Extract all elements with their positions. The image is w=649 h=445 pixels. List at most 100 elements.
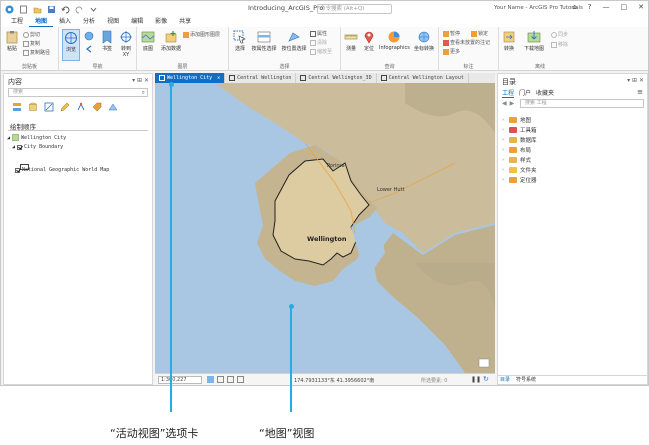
- bottom-tab-symbology[interactable]: 符号系统: [516, 376, 536, 384]
- tab-share[interactable]: 共享: [173, 17, 197, 27]
- notifications-bell-icon[interactable]: ⌂: [572, 3, 576, 11]
- catalog-item-styles[interactable]: › 样式: [502, 156, 531, 164]
- maximize-button[interactable]: □: [621, 3, 628, 11]
- view-tab-central-wellington[interactable]: Central Wellington: [225, 73, 297, 83]
- view-tab-wellington-city[interactable]: Wellington City ✕: [155, 73, 226, 83]
- command-search-input[interactable]: 命令搜索 (Alt+Q): [317, 4, 392, 14]
- full-extent-button[interactable]: [83, 31, 95, 42]
- expand-arrow-icon[interactable]: ›: [502, 117, 506, 123]
- tab-project[interactable]: 工程: [5, 17, 29, 27]
- cut-button[interactable]: 剪切: [23, 31, 40, 38]
- list-by-snapping-icon[interactable]: [76, 102, 86, 112]
- go-to-xy-button[interactable]: 转到 XY: [117, 30, 135, 58]
- new-project-icon[interactable]: [19, 5, 28, 14]
- forward-arrow-icon[interactable]: ▶: [510, 100, 515, 107]
- map-canvas[interactable]: Porirua Lower Hutt Wellington: [155, 83, 495, 373]
- list-by-data-source-icon[interactable]: [28, 102, 38, 112]
- collapse-arrow-icon[interactable]: ◢: [12, 144, 15, 150]
- tab-edit[interactable]: 编辑: [125, 17, 149, 27]
- measure-button[interactable]: 测量: [343, 30, 359, 52]
- pause-labeling-button[interactable]: 暂停: [443, 30, 460, 37]
- snapping-icon[interactable]: [227, 376, 234, 383]
- catalog-tab-portal[interactable]: 门户: [519, 88, 531, 98]
- sync-button[interactable]: 同步: [551, 31, 568, 38]
- expand-arrow-icon[interactable]: ›: [502, 127, 506, 133]
- add-graphics-layer-button[interactable]: 添加图形图层: [183, 31, 220, 38]
- catalog-item-folders[interactable]: › 文件夹: [502, 166, 537, 174]
- previous-extent-button[interactable]: [83, 44, 95, 55]
- map-tree-node[interactable]: ◢ Wellington City: [7, 134, 66, 141]
- view-tab-central-wellington-3d[interactable]: Central Wellington_3D: [296, 73, 377, 83]
- map-scale-field[interactable]: 1:300,227: [158, 376, 202, 384]
- attributes-button[interactable]: 属性: [310, 30, 327, 37]
- select-by-location-button[interactable]: 按位置选择: [280, 30, 308, 52]
- expand-arrow-icon[interactable]: ›: [502, 167, 506, 173]
- close-button[interactable]: ✕: [638, 3, 644, 11]
- expand-arrow-icon[interactable]: ›: [502, 137, 506, 143]
- catalog-item-locators[interactable]: › 定位器: [502, 176, 537, 184]
- list-by-selection-icon[interactable]: [44, 102, 54, 112]
- back-arrow-icon[interactable]: ◀: [502, 100, 507, 107]
- refresh-icon[interactable]: ↻: [483, 375, 489, 383]
- paste-button[interactable]: 粘贴: [4, 30, 20, 52]
- list-by-editing-icon[interactable]: [60, 102, 70, 112]
- copy-button[interactable]: 复制: [23, 40, 40, 47]
- bottom-tab-catalog[interactable]: 目录: [500, 376, 510, 384]
- tab-view[interactable]: 视图: [101, 17, 125, 27]
- explore-button[interactable]: 浏览: [62, 29, 80, 61]
- list-by-labeling-icon[interactable]: [92, 102, 102, 112]
- fixed-zoom-icon[interactable]: [207, 376, 214, 383]
- copy-path-button[interactable]: 复制路径: [23, 49, 50, 56]
- bookmarks-button[interactable]: 书签: [99, 30, 115, 52]
- tab-analysis[interactable]: 分析: [77, 17, 101, 27]
- undo-icon[interactable]: [61, 5, 70, 14]
- more-labeling-button[interactable]: 更多: [443, 48, 460, 55]
- contents-pane-controls[interactable]: ▾ ⊞ ✕: [132, 77, 149, 84]
- customize-qat-icon[interactable]: [89, 5, 98, 14]
- contents-search-input[interactable]: 搜索 ⌕: [8, 88, 148, 97]
- save-icon[interactable]: [47, 5, 56, 14]
- view-tab-central-wellington-layout[interactable]: Central Wellington Layout: [377, 73, 469, 83]
- open-folder-icon[interactable]: [33, 5, 42, 14]
- collapse-arrow-icon[interactable]: ◢: [7, 135, 10, 141]
- locate-button[interactable]: 定位: [361, 30, 377, 52]
- infographics-button[interactable]: Infographics: [379, 30, 410, 51]
- catalog-pane-controls[interactable]: ▾ ⊞ ✕: [627, 77, 644, 84]
- lock-labeling-button[interactable]: 锁定: [471, 30, 488, 37]
- catalog-item-maps[interactable]: › 地图: [502, 116, 531, 124]
- layer-row-city-boundary[interactable]: ◢ City Boundary: [12, 144, 63, 150]
- catalog-item-layouts[interactable]: › 布局: [502, 146, 531, 154]
- remove-button[interactable]: 移除: [551, 41, 568, 48]
- zoom-to-selection-button[interactable]: 缩放至: [310, 48, 332, 55]
- catalog-search-input[interactable]: 搜索 工程: [520, 99, 644, 108]
- add-data-button[interactable]: 添加数据: [159, 30, 183, 52]
- tab-imagery[interactable]: 影像: [149, 17, 173, 27]
- list-by-perspective-icon[interactable]: [108, 102, 118, 112]
- close-tab-icon[interactable]: ✕: [217, 73, 220, 83]
- select-button[interactable]: 选择: [232, 30, 248, 52]
- catalog-tab-favorites[interactable]: 收藏夹: [536, 88, 554, 98]
- basemap-button[interactable]: 底图: [140, 30, 156, 52]
- redo-icon[interactable]: [75, 5, 84, 14]
- layer-visibility-checkbox[interactable]: [15, 167, 20, 173]
- expand-arrow-icon[interactable]: ›: [502, 147, 506, 153]
- catalog-item-toolboxes[interactable]: › 工具箱: [502, 126, 537, 134]
- catalog-item-databases[interactable]: › 数据库: [502, 136, 537, 144]
- user-name[interactable]: Your Name - ArcGIS Pro Tutorials: [494, 5, 583, 11]
- tab-map[interactable]: 地图: [29, 17, 54, 27]
- catalog-menu-icon[interactable]: ≡: [637, 88, 643, 96]
- coordinate-conversion-button[interactable]: 坐标转换: [411, 30, 437, 52]
- select-by-attributes-button[interactable]: 按属性选择: [250, 30, 278, 52]
- view-unplaced-button[interactable]: 查看未放置的注记: [443, 39, 490, 46]
- catalog-tab-project[interactable]: 工程: [502, 88, 515, 98]
- pause-drawing-icon[interactable]: ❚❚: [471, 376, 481, 383]
- clear-selection-button[interactable]: 清除: [310, 39, 327, 46]
- expand-arrow-icon[interactable]: ›: [502, 157, 506, 163]
- download-map-button[interactable]: 下载地图: [521, 30, 547, 52]
- layer-visibility-checkbox[interactable]: [17, 144, 23, 150]
- expand-arrow-icon[interactable]: ›: [502, 177, 506, 183]
- minimize-button[interactable]: —: [603, 3, 610, 11]
- grid-icon[interactable]: [217, 376, 224, 383]
- help-button[interactable]: ?: [588, 3, 592, 11]
- list-by-drawing-order-icon[interactable]: [12, 102, 22, 112]
